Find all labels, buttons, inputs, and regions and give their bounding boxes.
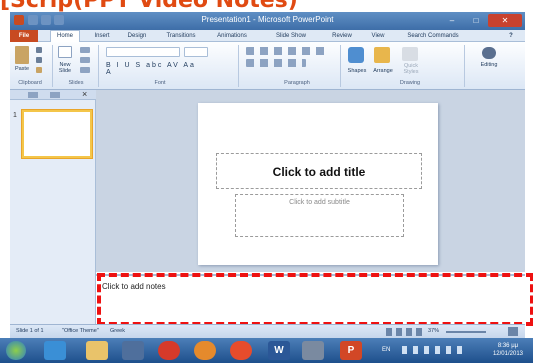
theme-name: "Office Theme": [62, 328, 99, 334]
fit-to-window-icon[interactable]: [508, 327, 518, 336]
section-icon[interactable]: [80, 67, 90, 73]
bullet-list-icons[interactable]: [246, 47, 326, 55]
tab-home[interactable]: Home: [50, 30, 80, 42]
clipboard-group-label: Clipboard: [18, 80, 42, 86]
slide-thumbnail[interactable]: [21, 109, 93, 159]
status-bar: Slide 1 of 1 "Office Theme" Greek 37%: [10, 324, 525, 338]
video-title-banner: [Scrip(PPT Video Notes): [0, 0, 533, 12]
divider: [340, 45, 341, 87]
reset-icon[interactable]: [80, 57, 90, 63]
ribbon: Paste Clipboard New Slide Slides B I U S…: [10, 42, 525, 90]
chrome-icon[interactable]: [230, 341, 252, 360]
binoculars-icon[interactable]: [482, 47, 496, 59]
windows-taskbar: W P EN 8:36 μμ 12/01/2013: [0, 338, 533, 363]
close-button[interactable]: ✕: [488, 14, 522, 27]
ribbon-tabs: File Home Insert Design Transitions Anim…: [10, 30, 525, 42]
new-slide-button[interactable]: New Slide: [54, 62, 76, 74]
quick-styles-button[interactable]: Quick Styles: [398, 63, 424, 75]
system-tray-icons[interactable]: [402, 346, 462, 354]
slides-pane: × 1: [10, 89, 96, 324]
slide-editing-area: Click to add title Click to add subtitle: [96, 90, 525, 272]
cut-icon[interactable]: [36, 47, 42, 53]
clock[interactable]: 8:36 μμ 12/01/2013: [493, 342, 523, 358]
paragraph-group-label: Paragraph: [284, 80, 310, 86]
language-indicator[interactable]: Greek: [110, 328, 125, 334]
clock-date: 12/01/2013: [492, 351, 523, 357]
outline-tab-icon[interactable]: [50, 92, 60, 98]
slide-counter: Slide 1 of 1: [16, 328, 44, 334]
tab-search-commands[interactable]: Search Commands: [402, 31, 464, 42]
pane-tabs: ×: [10, 89, 96, 100]
editing-button[interactable]: Editing: [474, 62, 504, 68]
divider: [98, 45, 99, 87]
opera-icon[interactable]: [158, 341, 180, 360]
arrange-icon[interactable]: [374, 47, 390, 63]
minimize-button[interactable]: –: [440, 14, 464, 27]
drawing-group-label: Drawing: [399, 80, 421, 86]
tab-design[interactable]: Design: [122, 31, 152, 42]
paste-button[interactable]: Paste: [12, 66, 32, 72]
banner-text: [Scrip(PPT Video Notes): [0, 0, 298, 12]
file-explorer-icon[interactable]: [86, 341, 108, 360]
divider: [52, 45, 53, 87]
new-slide-icon[interactable]: [58, 46, 72, 58]
slide-number: 1: [13, 112, 17, 119]
title-bar: Presentation1 - Microsoft PowerPoint – □…: [10, 12, 525, 30]
title-placeholder[interactable]: Click to add title: [216, 153, 422, 189]
quick-styles-icon[interactable]: [402, 47, 418, 61]
copy-icon[interactable]: [36, 57, 42, 63]
divider: [238, 45, 239, 87]
language-bar[interactable]: EN: [382, 347, 390, 353]
layout-icon[interactable]: [80, 47, 90, 53]
font-format-buttons[interactable]: B I U S abc AV Aa A: [106, 62, 206, 76]
tab-insert[interactable]: Insert: [88, 31, 116, 42]
word-icon[interactable]: W: [268, 341, 290, 360]
format-painter-icon[interactable]: [36, 67, 42, 73]
shapes-icon[interactable]: [348, 47, 364, 63]
slides-group-label: Slides: [68, 80, 84, 86]
tab-slide-show[interactable]: Slide Show: [272, 31, 310, 42]
shapes-button[interactable]: Shapes: [344, 68, 370, 74]
help-icon[interactable]: ?: [504, 31, 518, 42]
view-buttons[interactable]: [386, 328, 426, 336]
clock-time: 8:36 μμ: [497, 343, 519, 349]
start-button-icon[interactable]: [6, 341, 26, 360]
highlight-box: [97, 273, 533, 326]
font-name-select[interactable]: [106, 47, 180, 57]
tab-animations[interactable]: Animations: [210, 31, 254, 42]
internet-explorer-icon[interactable]: [44, 341, 66, 360]
paste-icon[interactable]: [15, 46, 29, 64]
slide-canvas[interactable]: Click to add title Click to add subtitle: [198, 103, 438, 265]
firefox-icon[interactable]: [194, 341, 216, 360]
zoom-level[interactable]: 37%: [428, 328, 439, 334]
media-player-icon[interactable]: [122, 341, 144, 360]
tab-file[interactable]: File: [10, 30, 38, 42]
arrange-button[interactable]: Arrange: [370, 68, 396, 74]
tab-transitions[interactable]: Transitions: [160, 31, 202, 42]
divider: [464, 45, 465, 87]
tab-review[interactable]: Review: [328, 31, 356, 42]
font-size-select[interactable]: [184, 47, 208, 57]
font-group-label: Font: [154, 80, 166, 86]
close-pane-icon[interactable]: ×: [82, 89, 87, 99]
maximize-button[interactable]: □: [464, 14, 488, 27]
subtitle-placeholder[interactable]: Click to add subtitle: [235, 194, 404, 237]
app-icon[interactable]: [302, 341, 324, 360]
powerpoint-taskbar-icon[interactable]: P: [340, 341, 362, 360]
slides-tab-icon[interactable]: [28, 92, 38, 98]
alignment-icons[interactable]: [246, 59, 306, 67]
zoom-slider[interactable]: [446, 331, 486, 333]
tab-view[interactable]: View: [366, 31, 390, 42]
